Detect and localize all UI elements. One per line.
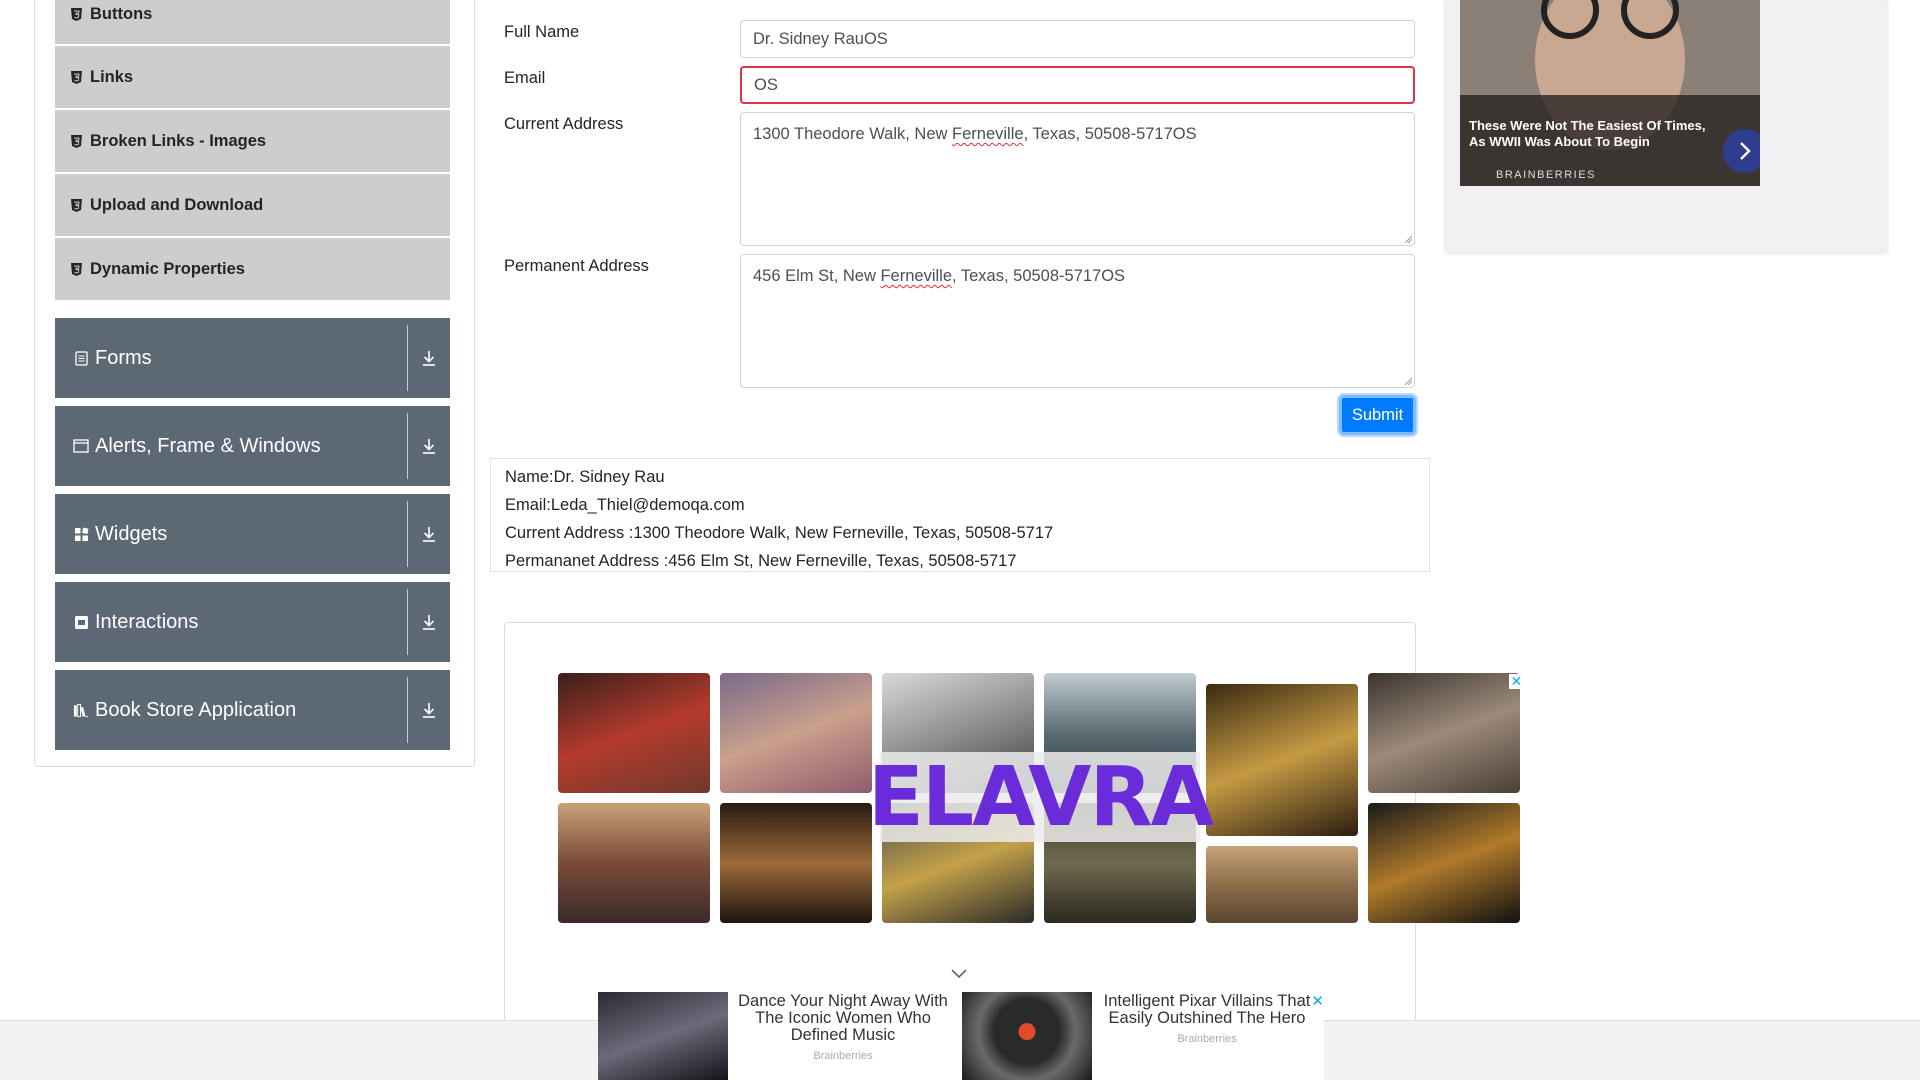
ad-card[interactable]: Intelligent Pixar Villains That Easily O… [962, 992, 1322, 1080]
email-label: Email [504, 69, 546, 87]
email-input[interactable]: OS [740, 66, 1415, 104]
close-icon[interactable]: ✕ [1509, 674, 1524, 689]
ad-banner-top-right[interactable]: These Were Not The Easiest Of Times, As … [1445, 0, 1887, 252]
ad-image: These Were Not The Easiest Of Times, As … [1460, 0, 1760, 186]
next-arrow-icon[interactable] [1723, 129, 1760, 173]
form-icon [73, 350, 89, 366]
sidebar-group-forms[interactable]: Forms [55, 318, 450, 398]
sidebar-item-label: Upload and Download [90, 195, 264, 214]
ad-image[interactable] [1206, 684, 1358, 836]
download-icon[interactable] [408, 525, 450, 543]
page: Buttons Links Broken Links - Images Uplo… [0, 0, 1920, 1080]
download-icon[interactable] [408, 437, 450, 455]
output-current-address: Current Address :1300 Theodore Walk, New… [505, 524, 1054, 542]
full-name-label: Full Name [504, 23, 580, 41]
ad-card[interactable]: Dance Your Night Away With The Iconic Wo… [598, 992, 958, 1080]
sidebar-group-label: Alerts, Frame & Windows [95, 434, 321, 457]
sidebar-group-label: Widgets [95, 522, 168, 545]
output-box: Name:Dr. Sidney Rau Email:Leda_Thiel@dem… [490, 458, 1430, 572]
permanent-address-label: Permanent Address [504, 257, 649, 275]
sidebar-item-buttons[interactable]: Buttons [55, 0, 450, 45]
ad-image[interactable] [558, 673, 710, 793]
html5-icon [71, 70, 82, 84]
ad-card-title: Intelligent Pixar Villains That Easily O… [1103, 992, 1311, 1027]
sidebar-group-label: Interactions [95, 610, 199, 633]
full-name-input[interactable]: Dr. Sidney RauOS [740, 20, 1415, 58]
sidebar-item-label: Links [90, 67, 134, 86]
ad-banner-bottom: Dance Your Night Away With The Iconic Wo… [598, 992, 1324, 1080]
ad-image[interactable] [1368, 673, 1520, 793]
current-address-textarea[interactable]: 1300 Theodore Walk, New Ferneville, Texa… [740, 112, 1415, 246]
misspelled-word: Ferneville [880, 267, 952, 285]
html5-icon [71, 7, 82, 21]
full-name-value: Dr. Sidney RauOS [753, 29, 888, 48]
html5-icon [71, 198, 82, 212]
ad-card-title: Dance Your Night Away With The Iconic Wo… [738, 992, 948, 1044]
sidebar-group-label: Book Store Application [95, 698, 297, 721]
ad-image[interactable] [720, 803, 872, 923]
sidebar-item-label: Buttons [90, 4, 153, 23]
books-icon [73, 702, 89, 718]
sidebar-group-widgets[interactable]: Widgets [55, 494, 450, 574]
ad-image[interactable] [1206, 846, 1358, 923]
permanent-address-textarea[interactable]: 456 Elm St, New Ferneville, Texas, 50508… [740, 254, 1415, 388]
close-icon[interactable]: ✕ [1311, 992, 1324, 1010]
ad-card-source: Brainberries [1177, 1033, 1237, 1045]
sidebar-group-label: Forms [95, 346, 152, 369]
ad-headline: These Were Not The Easiest Of Times, As … [1469, 118, 1706, 149]
sidebar-item-links[interactable]: Links [55, 46, 450, 109]
sidebar-group-alerts[interactable]: Alerts, Frame & Windows [55, 406, 450, 486]
current-address-label: Current Address [504, 115, 624, 133]
email-value: OS [754, 75, 778, 94]
download-icon[interactable] [408, 613, 450, 631]
chevron-down-icon[interactable] [950, 968, 968, 980]
current-address-text-start: 1300 Theodore Walk, New [753, 125, 953, 143]
ad-card-source: Brainberries [813, 1050, 873, 1062]
resize-handle-icon[interactable] [1404, 235, 1412, 243]
sidebar-group-interactions[interactable]: Interactions [55, 582, 450, 662]
output-email: Email:Leda_Thiel@demoqa.com [505, 496, 745, 514]
output-name: Name:Dr. Sidney Rau [505, 468, 665, 486]
ad-image[interactable] [1368, 803, 1520, 923]
permanent-address-text-start: 456 Elm St, New [753, 267, 881, 285]
sidebar-item-upload-download[interactable]: Upload and Download [55, 174, 450, 237]
submit-button[interactable]: Submit [1339, 395, 1416, 435]
html5-icon [71, 134, 82, 148]
download-icon[interactable] [408, 349, 450, 367]
sidebar-item-dynamic-properties[interactable]: Dynamic Properties [55, 238, 450, 301]
download-icon[interactable] [408, 701, 450, 719]
sidebar-item-broken-links[interactable]: Broken Links - Images [55, 110, 450, 173]
ad-image[interactable] [558, 803, 710, 923]
html5-icon [71, 262, 82, 276]
interactions-icon [73, 614, 89, 630]
widgets-icon [73, 526, 89, 542]
sidebar-item-label: Dynamic Properties [90, 259, 245, 278]
ad-thumbnail [962, 992, 1092, 1080]
permanent-address-text-end: , Texas, 50508-5717OS [952, 267, 1126, 285]
output-permanent-address: Permananet Address :456 Elm St, New Fern… [505, 552, 1017, 570]
current-address-text-end: , Texas, 50508-5717OS [1023, 125, 1197, 143]
misspelled-word: Ferneville [952, 125, 1024, 143]
resize-handle-icon[interactable] [1404, 377, 1412, 385]
sidebar-item-label: Broken Links - Images [90, 131, 267, 150]
sidebar-group-book-store[interactable]: Book Store Application [55, 670, 450, 750]
ad-logo[interactable]: ELAVRA [868, 750, 1214, 845]
ad-image[interactable] [720, 673, 872, 793]
ad-brand: BRAINBERRIES [1496, 169, 1596, 181]
ad-thumbnail [598, 992, 728, 1080]
window-icon [73, 438, 89, 454]
